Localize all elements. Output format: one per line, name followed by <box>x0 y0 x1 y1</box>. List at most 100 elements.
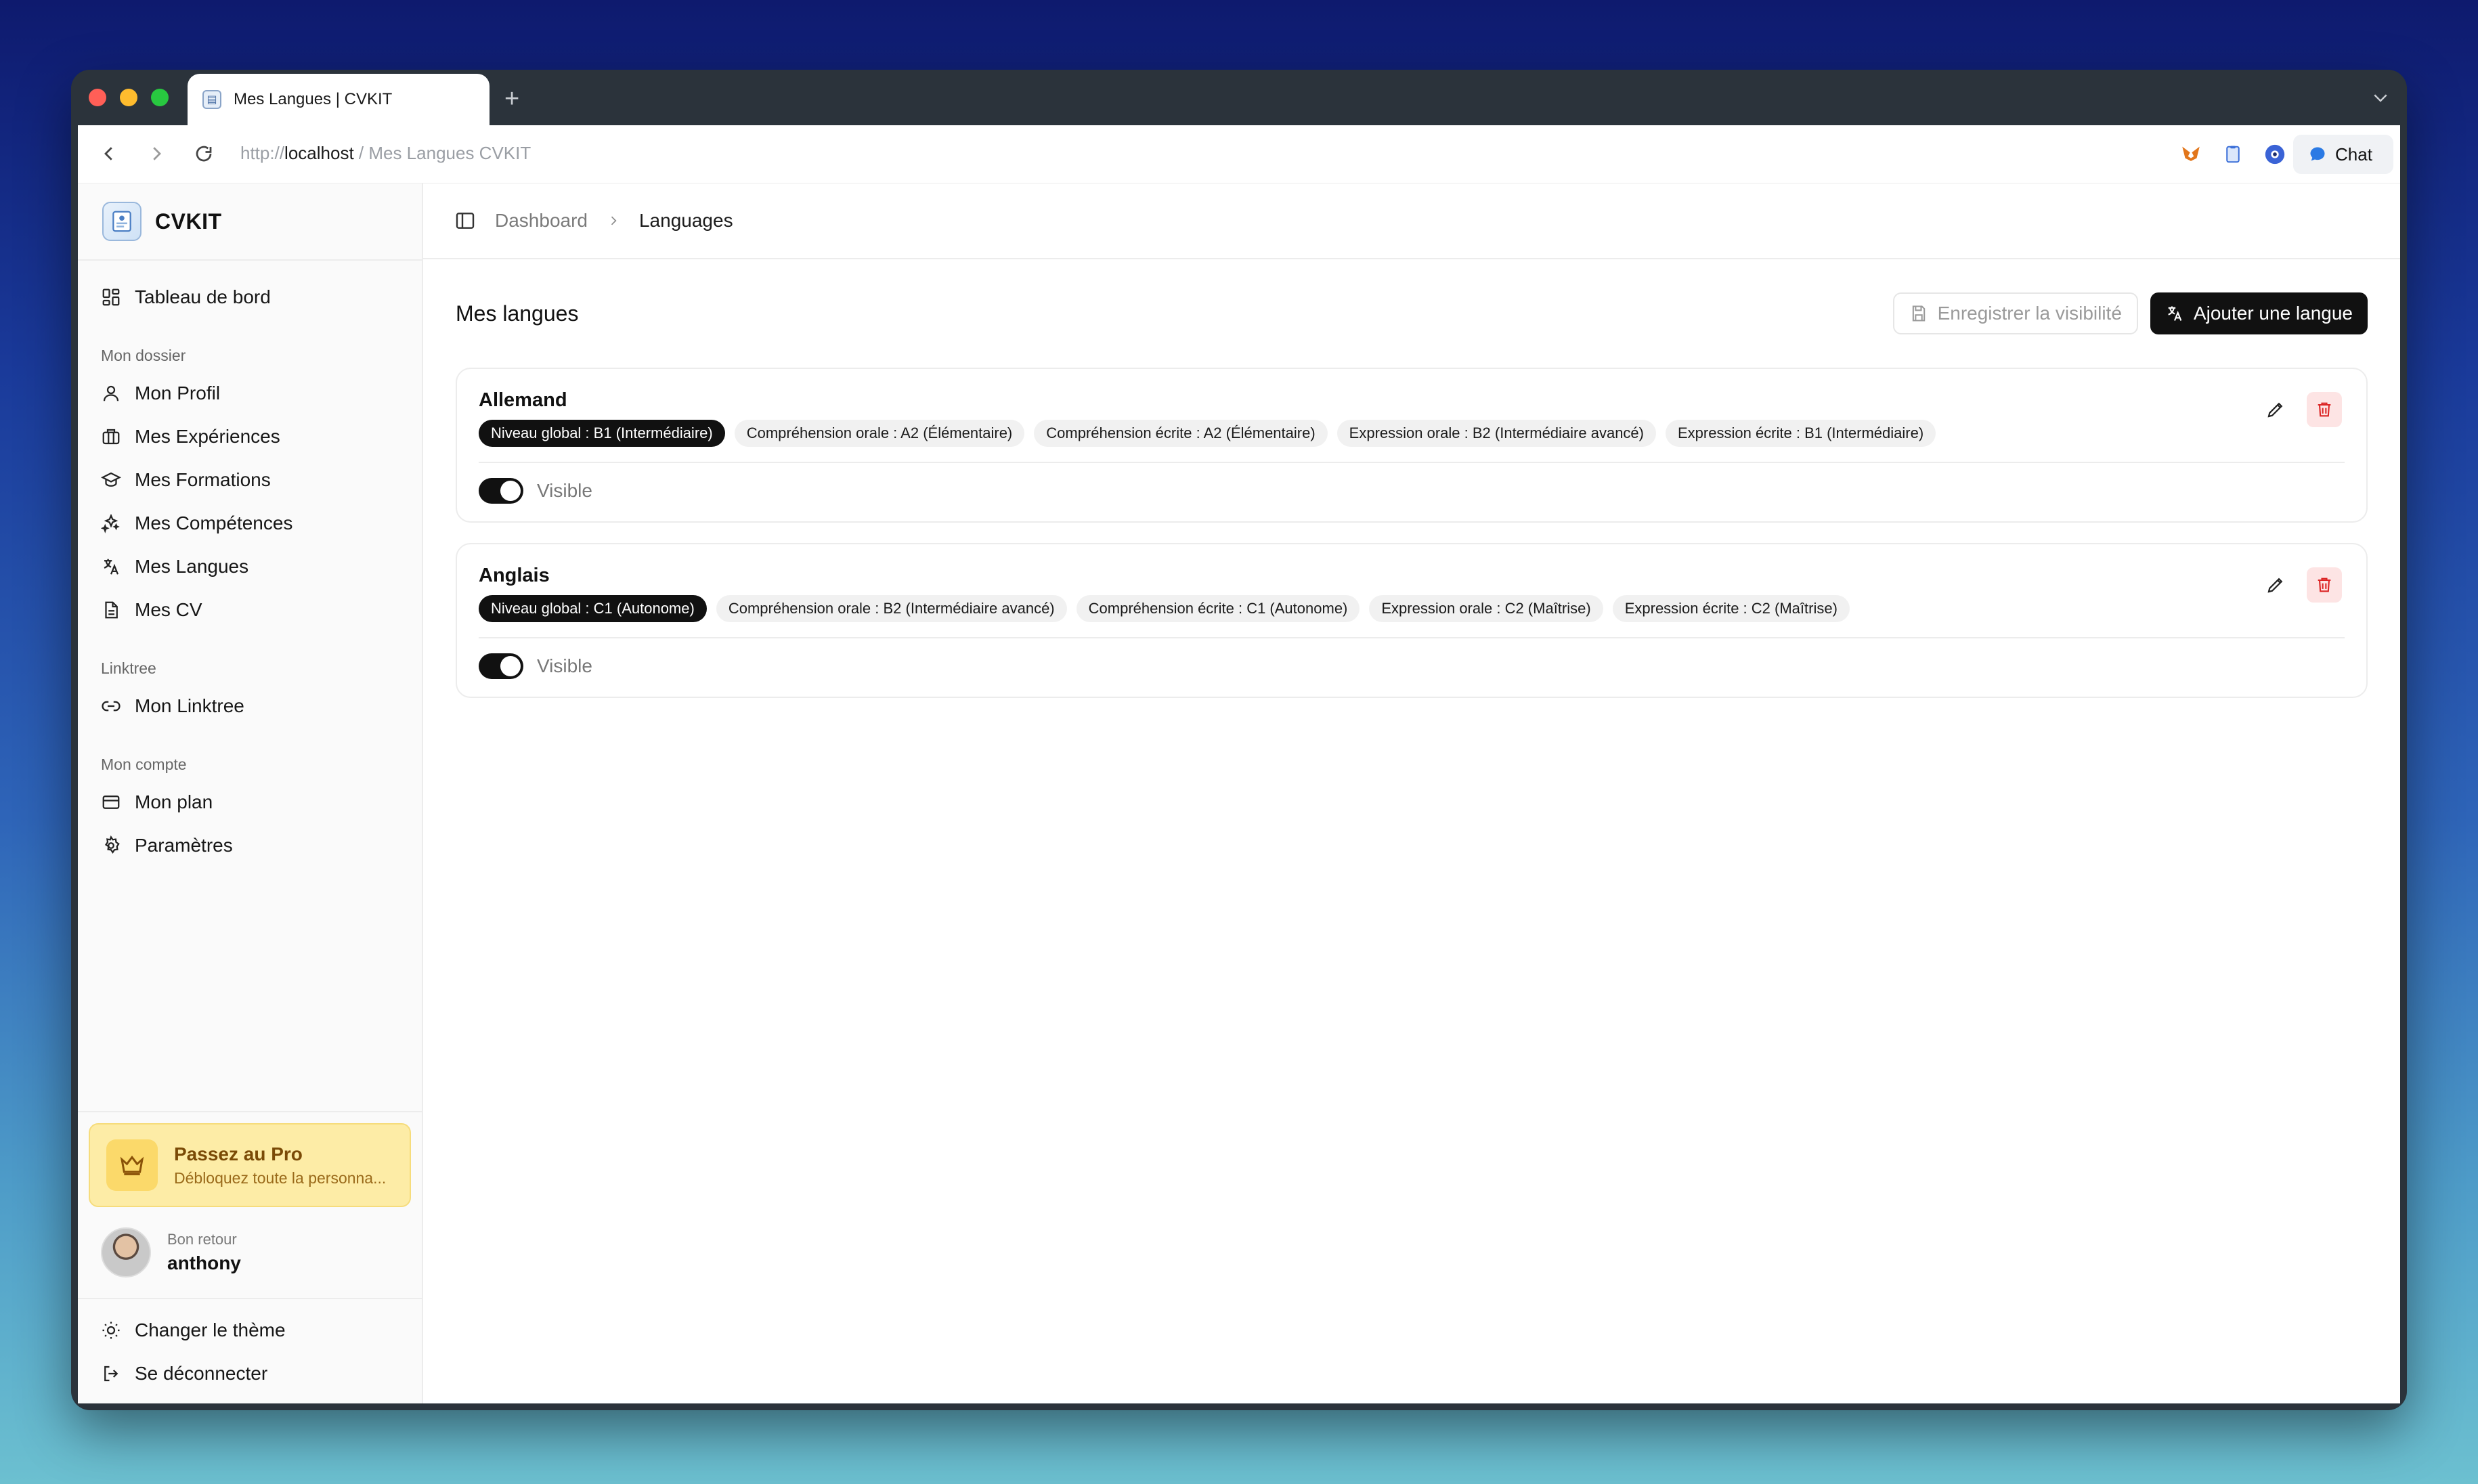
new-tab-button[interactable]: + <box>504 85 519 114</box>
sidebar-item-dashboard[interactable]: Tableau de bord <box>94 276 406 319</box>
level-badge-global: Niveau global : C1 (Autonome) <box>479 595 707 622</box>
url-host: localhost <box>284 143 354 163</box>
favicon-icon: ▤ <box>202 90 221 109</box>
browser-toolbar: http://localhost / Mes Langues CVKIT Cha… <box>78 125 2400 183</box>
sidebar-item-label: Se déconnecter <box>135 1363 268 1384</box>
breadcrumb-current: Languages <box>638 210 733 231</box>
eye-extension-icon[interactable] <box>2262 141 2288 167</box>
level-badges: Niveau global : B1 (Intermédiaire) Compr… <box>479 420 2345 447</box>
visibility-label: Visible <box>537 480 592 501</box>
level-badges: Niveau global : C1 (Autonome) Compréhens… <box>479 595 2345 622</box>
sidebar-item-linktree[interactable]: Mon Linktree <box>94 684 406 728</box>
breadcrumb-dashboard[interactable]: Dashboard <box>495 210 588 232</box>
level-badge: Expression écrite : C2 (Maîtrise) <box>1612 595 1850 622</box>
trash-icon <box>2318 577 2331 592</box>
add-language-button[interactable]: Ajouter une langue <box>2150 292 2368 334</box>
avatar <box>101 1227 151 1278</box>
sidebar-item-formations[interactable]: Mes Formations <box>94 458 406 502</box>
sparkles-icon <box>101 513 120 533</box>
logout-button[interactable]: Se déconnecter <box>94 1352 406 1395</box>
breadcrumb: Dashboard Languages <box>423 183 2400 259</box>
level-badge: Expression écrite : B1 (Intermédiaire) <box>1666 420 1936 447</box>
cvkit-logo-icon <box>102 202 142 241</box>
change-theme-button[interactable]: Changer le thème <box>94 1309 406 1352</box>
chevron-left-icon <box>104 147 112 160</box>
browser-window: ▤ Mes Langues | CVKIT + http://localhost… <box>71 70 2407 1410</box>
sidebar-item-langues[interactable]: Mes Langues <box>94 545 406 588</box>
tab-title: Mes Langues | CVKIT <box>234 90 393 108</box>
app-root: CVKIT Tableau de bord Mon dossier Mon Pr… <box>78 183 2400 1403</box>
edit-language-button[interactable] <box>2258 392 2293 427</box>
sidebar-item-competences[interactable]: Mes Compétences <box>94 502 406 545</box>
back-button[interactable] <box>95 140 123 167</box>
address-bar[interactable]: http://localhost / Mes Langues CVKIT <box>240 143 531 164</box>
user-info[interactable]: Bon retour anthony <box>78 1207 422 1299</box>
sidebar-item-label: Mes Compétences <box>135 512 293 533</box>
logout-icon <box>104 1366 118 1382</box>
sidebar-item-plan[interactable]: Mon plan <box>94 781 406 824</box>
sidebar-item-label: Paramètres <box>135 835 233 856</box>
save-visibility-label: Enregistrer la visibilité <box>1937 303 2122 324</box>
sidebar-item-label: Mon Linktree <box>135 695 244 716</box>
sidebar-item-cv[interactable]: Mes CV <box>94 588 406 632</box>
sidebar: CVKIT Tableau de bord Mon dossier Mon Pr… <box>78 183 423 1403</box>
sidebar-item-label: Changer le thème <box>135 1319 286 1340</box>
chat-button[interactable]: Chat <box>2293 135 2393 174</box>
chevron-down-icon[interactable] <box>2370 87 2391 108</box>
briefcase-icon <box>102 429 120 445</box>
level-badge: Compréhension écrite : C1 (Autonome) <box>1076 595 1360 622</box>
brand[interactable]: CVKIT <box>78 183 422 261</box>
url-path: / Mes Langues CVKIT <box>353 143 531 163</box>
sidebar-toggle-icon[interactable] <box>454 210 476 232</box>
languages-icon <box>104 559 119 575</box>
save-visibility-button[interactable]: Enregistrer la visibilité <box>1892 292 2138 334</box>
save-icon <box>1912 305 1925 322</box>
reload-button[interactable] <box>190 140 217 167</box>
minimize-window-button[interactable] <box>120 89 137 106</box>
forward-button[interactable] <box>143 140 170 167</box>
languages-icon <box>2168 306 2182 321</box>
close-window-button[interactable] <box>89 89 106 106</box>
upgrade-pro-card[interactable]: Passez au Pro Débloquez toute la personn… <box>89 1123 411 1207</box>
sun-icon <box>102 1322 120 1339</box>
metamask-extension-icon[interactable] <box>2178 141 2204 167</box>
browser-tab-active[interactable]: ▤ Mes Langues | CVKIT <box>188 74 490 125</box>
maximize-window-button[interactable] <box>151 89 169 106</box>
delete-language-button[interactable] <box>2307 567 2342 603</box>
user-greeting: Bon retour <box>167 1231 237 1248</box>
level-badge: Compréhension orale : B2 (Intermédiaire … <box>716 595 1067 622</box>
reload-icon <box>196 146 212 162</box>
delete-language-button[interactable] <box>2307 392 2342 427</box>
pro-subtitle: Débloquez toute la personna... <box>174 1169 387 1187</box>
link-icon <box>102 701 121 712</box>
level-badge: Compréhension orale : A2 (Élémentaire) <box>734 420 1025 447</box>
sidebar-item-profil[interactable]: Mon Profil <box>94 372 406 415</box>
browser-titlebar: ▤ Mes Langues | CVKIT + <box>71 70 2407 125</box>
chat-label: Chat <box>2335 144 2372 165</box>
sidebar-item-parametres[interactable]: Paramètres <box>94 824 406 867</box>
clipboard-extension-icon[interactable] <box>2220 141 2246 167</box>
level-badge: Expression orale : C2 (Maîtrise) <box>1369 595 1603 622</box>
user-name: anthony <box>167 1252 241 1273</box>
pro-title: Passez au Pro <box>174 1143 303 1164</box>
language-card: Allemand Niveau global : B1 (Intermédiai… <box>456 368 2368 523</box>
file-text-icon <box>105 601 118 619</box>
level-badge: Expression orale : B2 (Intermédiaire ava… <box>1336 420 1656 447</box>
sidebar-item-experiences[interactable]: Mes Expériences <box>94 415 406 458</box>
add-language-label: Ajouter une langue <box>2193 303 2353 324</box>
main-content: Dashboard Languages Mes langues Enregist… <box>423 183 2400 1403</box>
chevron-right-icon <box>611 216 617 225</box>
trash-icon <box>2318 402 2331 417</box>
dashboard-icon <box>102 288 120 306</box>
sidebar-item-label: Mes Langues <box>135 556 249 577</box>
visibility-toggle[interactable] <box>479 653 523 679</box>
sidebar-item-label: Mes Expériences <box>135 426 280 447</box>
visibility-toggle[interactable] <box>479 478 523 504</box>
language-name: Allemand <box>479 389 567 411</box>
graduation-cap-icon <box>101 472 121 487</box>
edit-language-button[interactable] <box>2258 567 2293 603</box>
group-label-linktree: Linktree <box>101 659 156 677</box>
sidebar-item-label: Mon plan <box>135 791 213 812</box>
pencil-icon <box>2267 402 2283 418</box>
level-badge-global: Niveau global : B1 (Intermédiaire) <box>479 420 725 447</box>
